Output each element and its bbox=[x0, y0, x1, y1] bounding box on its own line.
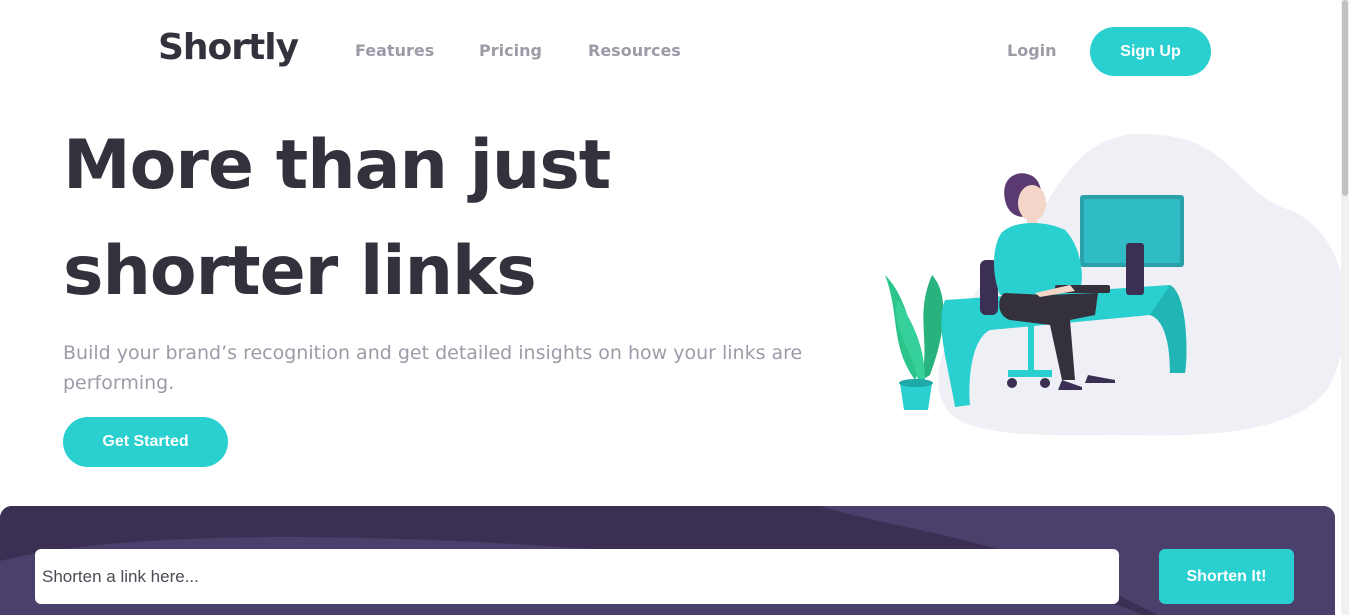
page-scrollbar[interactable] bbox=[1341, 0, 1349, 615]
scrollbar-thumb[interactable] bbox=[1342, 0, 1348, 196]
nav-link-resources[interactable]: Resources bbox=[588, 40, 681, 62]
person-working-illustration bbox=[885, 133, 1347, 436]
landing-page: Shortly Features Pricing Resources Login… bbox=[0, 0, 1349, 615]
shorten-panel: Shorten It! bbox=[0, 506, 1335, 615]
shorten-link-input[interactable] bbox=[35, 549, 1119, 604]
login-link[interactable]: Login bbox=[1007, 40, 1057, 62]
hero-subtitle: Build your brand’s recognition and get d… bbox=[63, 342, 803, 394]
nav-link-features[interactable]: Features bbox=[355, 40, 434, 62]
hero-title: More than just shorter links bbox=[63, 126, 611, 311]
get-started-button[interactable]: Get Started bbox=[63, 417, 228, 467]
signup-button[interactable]: Sign Up bbox=[1090, 27, 1211, 76]
shorten-it-button[interactable]: Shorten It! bbox=[1159, 549, 1294, 604]
logo[interactable]: Shortly bbox=[158, 26, 299, 70]
nav-link-pricing[interactable]: Pricing bbox=[479, 40, 542, 62]
